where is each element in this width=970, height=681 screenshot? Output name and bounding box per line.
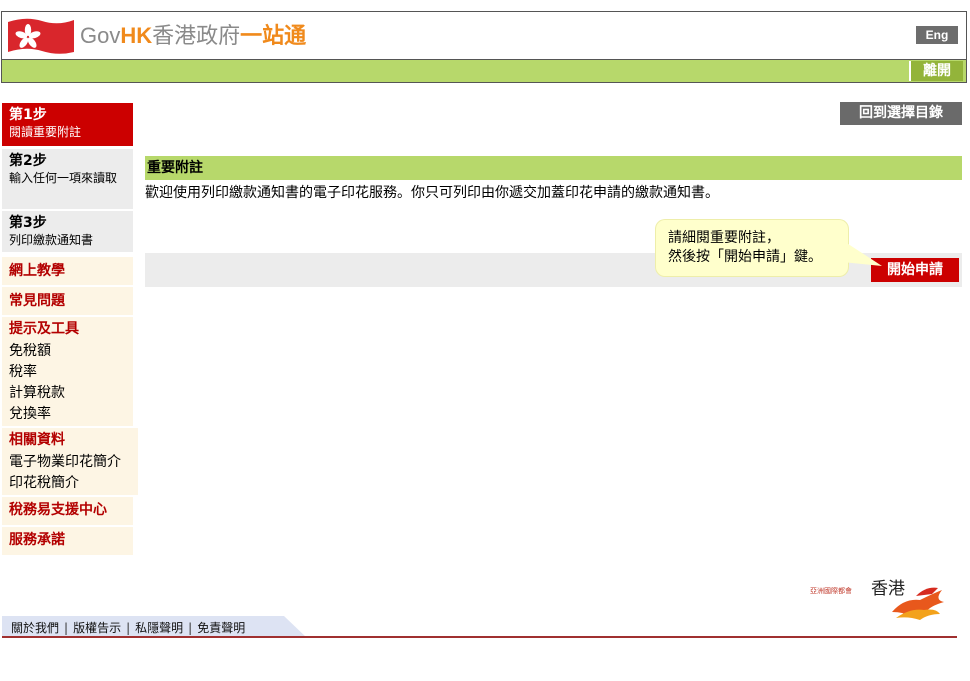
tooltip-pointer-icon bbox=[842, 240, 882, 266]
tips-exchange-rate-link[interactable]: 兌換率 bbox=[9, 404, 126, 425]
pledge-link[interactable]: 服務承諾 bbox=[9, 528, 126, 552]
sidebar-item-faq[interactable]: 常見問題 bbox=[2, 287, 133, 315]
step-1-title: 第1步 bbox=[9, 107, 47, 123]
step-2-title: 第2步 bbox=[9, 153, 47, 169]
sidebar-step-1: 第1步 閱讀重要附註 bbox=[2, 103, 133, 146]
tips-allowance-link[interactable]: 免稅額 bbox=[9, 341, 126, 362]
footer-copyright-link[interactable]: 版權告示 bbox=[73, 621, 121, 635]
tax-ease-link[interactable]: 稅務易支援中心 bbox=[9, 498, 126, 522]
sidebar-item-tutorial[interactable]: 網上教學 bbox=[2, 257, 133, 285]
step-3-title: 第3步 bbox=[9, 215, 47, 231]
footer-disclaimer-link[interactable]: 免責聲明 bbox=[197, 621, 245, 635]
exit-button[interactable]: 離開 bbox=[909, 61, 963, 81]
tips-tax-calc-link[interactable]: 計算稅款 bbox=[9, 383, 126, 404]
sidebar-step-3: 第3步 列印繳款通知書 bbox=[2, 211, 133, 252]
header-bar: GovHK香港政府一站通 Eng bbox=[1, 11, 967, 60]
step-3-desc: 列印繳款通知書 bbox=[9, 233, 94, 247]
footer-separator: | bbox=[188, 621, 193, 635]
sidebar-item-tax-ease[interactable]: 稅務易支援中心 bbox=[2, 497, 133, 525]
english-language-button[interactable]: Eng bbox=[916, 26, 958, 44]
tips-tax-rate-link[interactable]: 稅率 bbox=[9, 362, 126, 383]
brand-hong-kong-text: 香港 bbox=[871, 579, 905, 599]
svg-text:亞洲國際都會: 亞洲國際都會 bbox=[810, 586, 852, 595]
hk-flag-icon bbox=[8, 18, 74, 54]
tooltip-line-1: 請細閱重要附註， bbox=[668, 230, 780, 246]
logo-hk-text: HK bbox=[120, 23, 153, 48]
section-title: 重要附註 bbox=[145, 156, 962, 180]
related-stamp-duty-link[interactable]: 印花稅簡介 bbox=[9, 473, 131, 494]
footer-links: 關於我們 | 版權告示 | 私隱聲明 | 免責聲明 bbox=[2, 617, 302, 637]
top-green-bar: 離開 bbox=[1, 59, 967, 83]
logo-zh-grey-text: 香港政府 bbox=[152, 24, 241, 49]
footer-divider bbox=[2, 636, 957, 638]
step-2-desc: 輸入任何一項來讀取 bbox=[9, 171, 118, 185]
logo-gov-text: Gov bbox=[80, 23, 121, 48]
tutorial-link[interactable]: 網上教學 bbox=[9, 259, 126, 283]
back-to-menu-button[interactable]: 回到選擇目錄 bbox=[840, 102, 962, 125]
related-e-stamp-link[interactable]: 電子物業印花簡介 bbox=[9, 452, 131, 473]
sidebar-item-pledge[interactable]: 服務承諾 bbox=[2, 527, 133, 555]
footer-separator: | bbox=[126, 621, 131, 635]
tips-heading-link[interactable]: 提示及工具 bbox=[9, 317, 126, 341]
footer-privacy-link[interactable]: 私隱聲明 bbox=[135, 621, 183, 635]
start-application-button[interactable]: 開始申請 bbox=[871, 258, 959, 282]
faq-link[interactable]: 常見問題 bbox=[9, 289, 126, 313]
related-heading-link[interactable]: 相關資料 bbox=[9, 428, 131, 452]
govhk-logo: GovHK香港政府一站通 bbox=[80, 21, 306, 52]
sidebar-section-tips: 提示及工具 免稅額 稅率 計算稅款 兌換率 bbox=[2, 317, 133, 426]
intro-text: 歡迎使用列印繳款通知書的電子印花服務。你只可列印由你遞交加蓋印花申請的繳款通知書… bbox=[145, 185, 719, 201]
sidebar-step-2: 第2步 輸入任何一項來讀取 bbox=[2, 149, 133, 209]
logo-zh-orange-text: 一站通 bbox=[240, 24, 307, 49]
tooltip-line-2: 然後按「開始申請」鍵。 bbox=[668, 249, 822, 265]
footer-about-link[interactable]: 關於我們 bbox=[11, 621, 59, 635]
hint-tooltip: 請細閱重要附註， 然後按「開始申請」鍵。 bbox=[656, 220, 882, 276]
footer-separator: | bbox=[64, 621, 69, 635]
step-1-desc: 閱讀重要附註 bbox=[9, 125, 82, 139]
sidebar-section-related: 相關資料 電子物業印花簡介 印花稅簡介 bbox=[2, 428, 138, 495]
